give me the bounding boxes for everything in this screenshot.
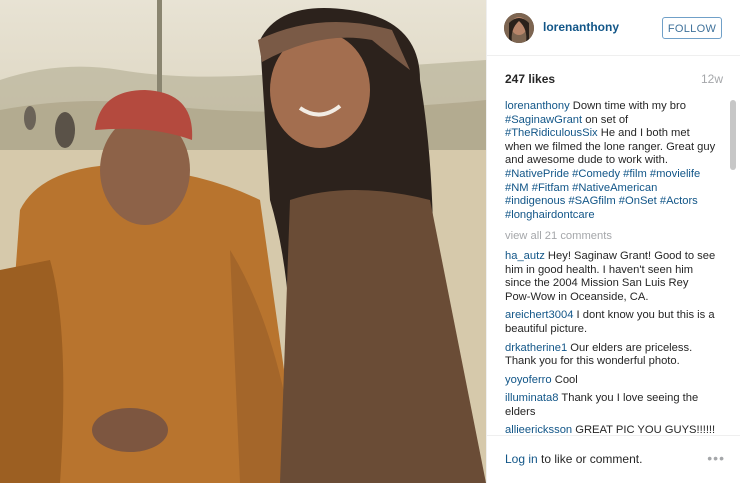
comments-scrollbar[interactable] bbox=[730, 100, 736, 170]
comment-username[interactable]: areichert3004 bbox=[505, 309, 573, 321]
post-time[interactable]: 12w bbox=[701, 72, 723, 86]
comment-item: yoyoferro Cool bbox=[505, 374, 717, 388]
comment-item: areichert3004 I dont know you but this i… bbox=[505, 309, 717, 336]
comment-item: illuminata8 Thank you I love seeing the … bbox=[505, 392, 717, 419]
photo-illustration bbox=[0, 0, 486, 483]
follow-button[interactable]: FOLLOW bbox=[662, 17, 722, 39]
comment-text: Cool bbox=[551, 373, 578, 386]
comment-username[interactable]: ha_autz bbox=[505, 250, 545, 262]
caption-tag-1[interactable]: #SaginawGrant bbox=[505, 114, 582, 126]
comment-item: ha_autz Hey! Saginaw Grant! Good to see … bbox=[505, 250, 717, 304]
caption-text-1: Down time with my bro bbox=[569, 100, 686, 112]
comment-text: GREAT PIC YOU GUYS!!!!!! bbox=[572, 424, 716, 435]
comment-username[interactable]: allieericksson bbox=[505, 424, 572, 435]
comment-item: allieericksson GREAT PIC YOU GUYS!!!!!! bbox=[505, 424, 717, 435]
login-prompt-text: to like or comment. bbox=[537, 452, 643, 466]
caption-tag-2[interactable]: #TheRidiculousSix bbox=[505, 127, 598, 139]
caption-hashtags[interactable]: #NativePride #Comedy #film #movielife #N… bbox=[505, 168, 700, 221]
post-side-panel: lorenanthony FOLLOW 247 likes 12w lorena… bbox=[486, 0, 740, 483]
caption: lorenanthony Down time with my bro #Sagi… bbox=[505, 100, 717, 222]
comments-list[interactable]: lorenanthony Down time with my bro #Sagi… bbox=[505, 100, 717, 435]
comment-username[interactable]: yoyoferro bbox=[505, 374, 552, 386]
comment-username[interactable]: illuminata8 bbox=[505, 392, 558, 404]
likes-count[interactable]: 247 likes bbox=[505, 72, 555, 86]
comment-item: drkatherine1 Our elders are priceless. T… bbox=[505, 342, 717, 369]
header-username[interactable]: lorenanthony bbox=[543, 20, 619, 34]
post-header: lorenanthony FOLLOW bbox=[487, 0, 740, 56]
caption-username[interactable]: lorenanthony bbox=[505, 100, 570, 112]
login-prompt: Log in to like or comment. bbox=[505, 452, 642, 466]
caption-text-2: on set of bbox=[582, 113, 629, 126]
post-footer: Log in to like or comment. ••• bbox=[487, 435, 740, 483]
login-link[interactable]: Log in bbox=[505, 452, 538, 466]
view-all-comments-link[interactable]: view all 21 comments bbox=[505, 230, 717, 244]
avatar-image bbox=[504, 13, 534, 43]
comment-username[interactable]: drkatherine1 bbox=[505, 342, 567, 354]
ellipsis-icon[interactable]: ••• bbox=[707, 450, 725, 466]
avatar[interactable] bbox=[504, 13, 534, 43]
post-photo[interactable] bbox=[0, 0, 486, 483]
post-meta: 247 likes 12w bbox=[505, 72, 723, 86]
